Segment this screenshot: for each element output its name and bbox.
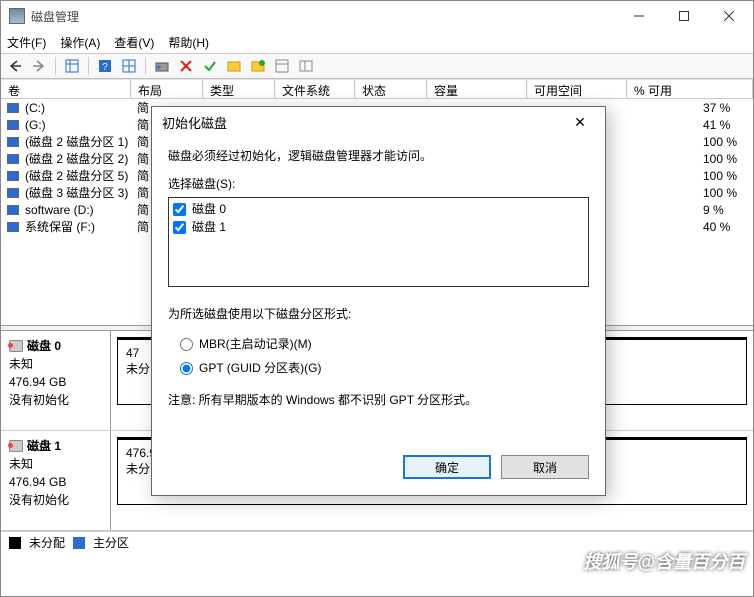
menu-file[interactable]: 文件(F)	[7, 34, 46, 51]
legend-primary-swatch	[73, 537, 85, 549]
col-pct[interactable]: % 可用	[627, 79, 753, 98]
volume-name: (磁盘 2 磁盘分区 2)	[25, 150, 137, 167]
volume-swatch	[7, 154, 19, 164]
disk-title: 磁盘 1	[27, 437, 61, 455]
col-free[interactable]: 可用空间	[527, 79, 627, 98]
delete-button[interactable]	[176, 56, 196, 76]
disk-init: 没有初始化	[9, 491, 102, 509]
app-icon	[9, 8, 25, 24]
volume-swatch	[7, 222, 19, 232]
view-list-button[interactable]	[62, 56, 82, 76]
partition-style-label: 为所选磁盘使用以下磁盘分区形式:	[168, 305, 589, 323]
disk0-checkbox[interactable]	[173, 203, 186, 216]
col-fs[interactable]: 文件系统	[275, 79, 355, 98]
disk-info: 磁盘 1 未知 476.94 GB 没有初始化	[1, 431, 111, 530]
volume-swatch	[7, 137, 19, 147]
volume-pct: 37 %	[703, 101, 753, 115]
forward-button[interactable]	[29, 56, 49, 76]
disk-icon	[9, 440, 23, 452]
window-title: 磁盘管理	[31, 8, 616, 25]
volume-pct: 100 %	[703, 152, 753, 166]
maximize-button[interactable]	[661, 2, 706, 30]
menu-view[interactable]: 查看(V)	[114, 34, 154, 51]
mbr-radio-row[interactable]: MBR(主启动记录)(M)	[180, 335, 589, 353]
table-header: 卷 布局 类型 文件系统 状态 容量 可用空间 % 可用	[1, 79, 753, 99]
menu-action[interactable]: 操作(A)	[60, 34, 100, 51]
disk-checkbox-row[interactable]: 磁盘 1	[173, 218, 584, 236]
dialog-title: 初始化磁盘	[162, 113, 227, 132]
legend-unalloc-label: 未分配	[29, 534, 65, 551]
volume-pct: 100 %	[703, 186, 753, 200]
gpt-radio[interactable]	[180, 362, 193, 375]
volume-swatch	[7, 171, 19, 181]
volume-name: (磁盘 2 磁盘分区 5)	[25, 167, 137, 184]
volume-swatch	[7, 103, 19, 113]
disk-status: 未知	[9, 455, 102, 473]
initialize-disk-dialog: 初始化磁盘 ✕ 磁盘必须经过初始化，逻辑磁盘管理器才能访问。 选择磁盘(S): …	[151, 106, 606, 496]
volume-swatch	[7, 205, 19, 215]
col-status[interactable]: 状态	[355, 79, 427, 98]
volume-pct: 40 %	[703, 220, 753, 234]
legend: 未分配 主分区	[1, 531, 753, 553]
select-disks-label: 选择磁盘(S):	[168, 175, 589, 193]
volume-swatch	[7, 188, 19, 198]
settings-button[interactable]	[119, 56, 139, 76]
volume-name: (G:)	[25, 118, 137, 132]
disk-checkbox-row[interactable]: 磁盘 0	[173, 200, 584, 218]
menubar: 文件(F) 操作(A) 查看(V) 帮助(H)	[1, 31, 753, 53]
volume-swatch	[7, 120, 19, 130]
col-volume[interactable]: 卷	[1, 79, 131, 98]
menu-help[interactable]: 帮助(H)	[168, 34, 209, 51]
gpt-radio-row[interactable]: GPT (GUID 分区表)(G)	[180, 359, 589, 377]
folder-button[interactable]	[224, 56, 244, 76]
dialog-titlebar: 初始化磁盘 ✕	[152, 107, 605, 137]
dialog-close-button[interactable]: ✕	[565, 110, 595, 134]
legend-unalloc-swatch	[9, 537, 21, 549]
titlebar: 磁盘管理	[1, 1, 753, 31]
minimize-button[interactable]	[616, 2, 661, 30]
back-button[interactable]	[5, 56, 25, 76]
svg-text:?: ?	[102, 62, 108, 73]
col-type[interactable]: 类型	[203, 79, 275, 98]
disk-icon	[9, 340, 23, 352]
volume-name: software (D:)	[25, 203, 137, 217]
volume-name: (磁盘 2 磁盘分区 1)	[25, 133, 137, 150]
col-capacity[interactable]: 容量	[427, 79, 527, 98]
disk-size: 476.94 GB	[9, 373, 102, 391]
disk-status: 未知	[9, 355, 102, 373]
disk-title: 磁盘 0	[27, 337, 61, 355]
folder-new-button[interactable]	[248, 56, 268, 76]
close-button[interactable]	[706, 2, 751, 30]
check-button[interactable]	[200, 56, 220, 76]
col-layout[interactable]: 布局	[131, 79, 203, 98]
refresh-button[interactable]	[152, 56, 172, 76]
volume-name: (C:)	[25, 101, 137, 115]
ok-button[interactable]: 确定	[403, 455, 491, 479]
disk-info: 磁盘 0 未知 476.94 GB 没有初始化	[1, 331, 111, 430]
cancel-button[interactable]: 取消	[501, 455, 589, 479]
volume-pct: 100 %	[703, 135, 753, 149]
toolbar: ?	[1, 53, 753, 79]
disk-size: 476.94 GB	[9, 473, 102, 491]
mbr-radio[interactable]	[180, 338, 193, 351]
volume-pct: 9 %	[703, 203, 753, 217]
disk-select-list: 磁盘 0 磁盘 1	[168, 197, 589, 287]
volume-name: 系统保留 (F:)	[25, 218, 137, 235]
volume-pct: 41 %	[703, 118, 753, 132]
disk-init: 没有初始化	[9, 391, 102, 409]
properties-button[interactable]	[272, 56, 292, 76]
dialog-note: 注意: 所有早期版本的 Windows 都不识别 GPT 分区形式。	[168, 391, 589, 409]
explorer-button[interactable]	[296, 56, 316, 76]
help-button[interactable]: ?	[95, 56, 115, 76]
volume-pct: 100 %	[703, 169, 753, 183]
volume-name: (磁盘 3 磁盘分区 3)	[25, 184, 137, 201]
dialog-intro: 磁盘必须经过初始化，逻辑磁盘管理器才能访问。	[168, 147, 589, 165]
disk1-checkbox[interactable]	[173, 221, 186, 234]
legend-primary-label: 主分区	[93, 534, 129, 551]
